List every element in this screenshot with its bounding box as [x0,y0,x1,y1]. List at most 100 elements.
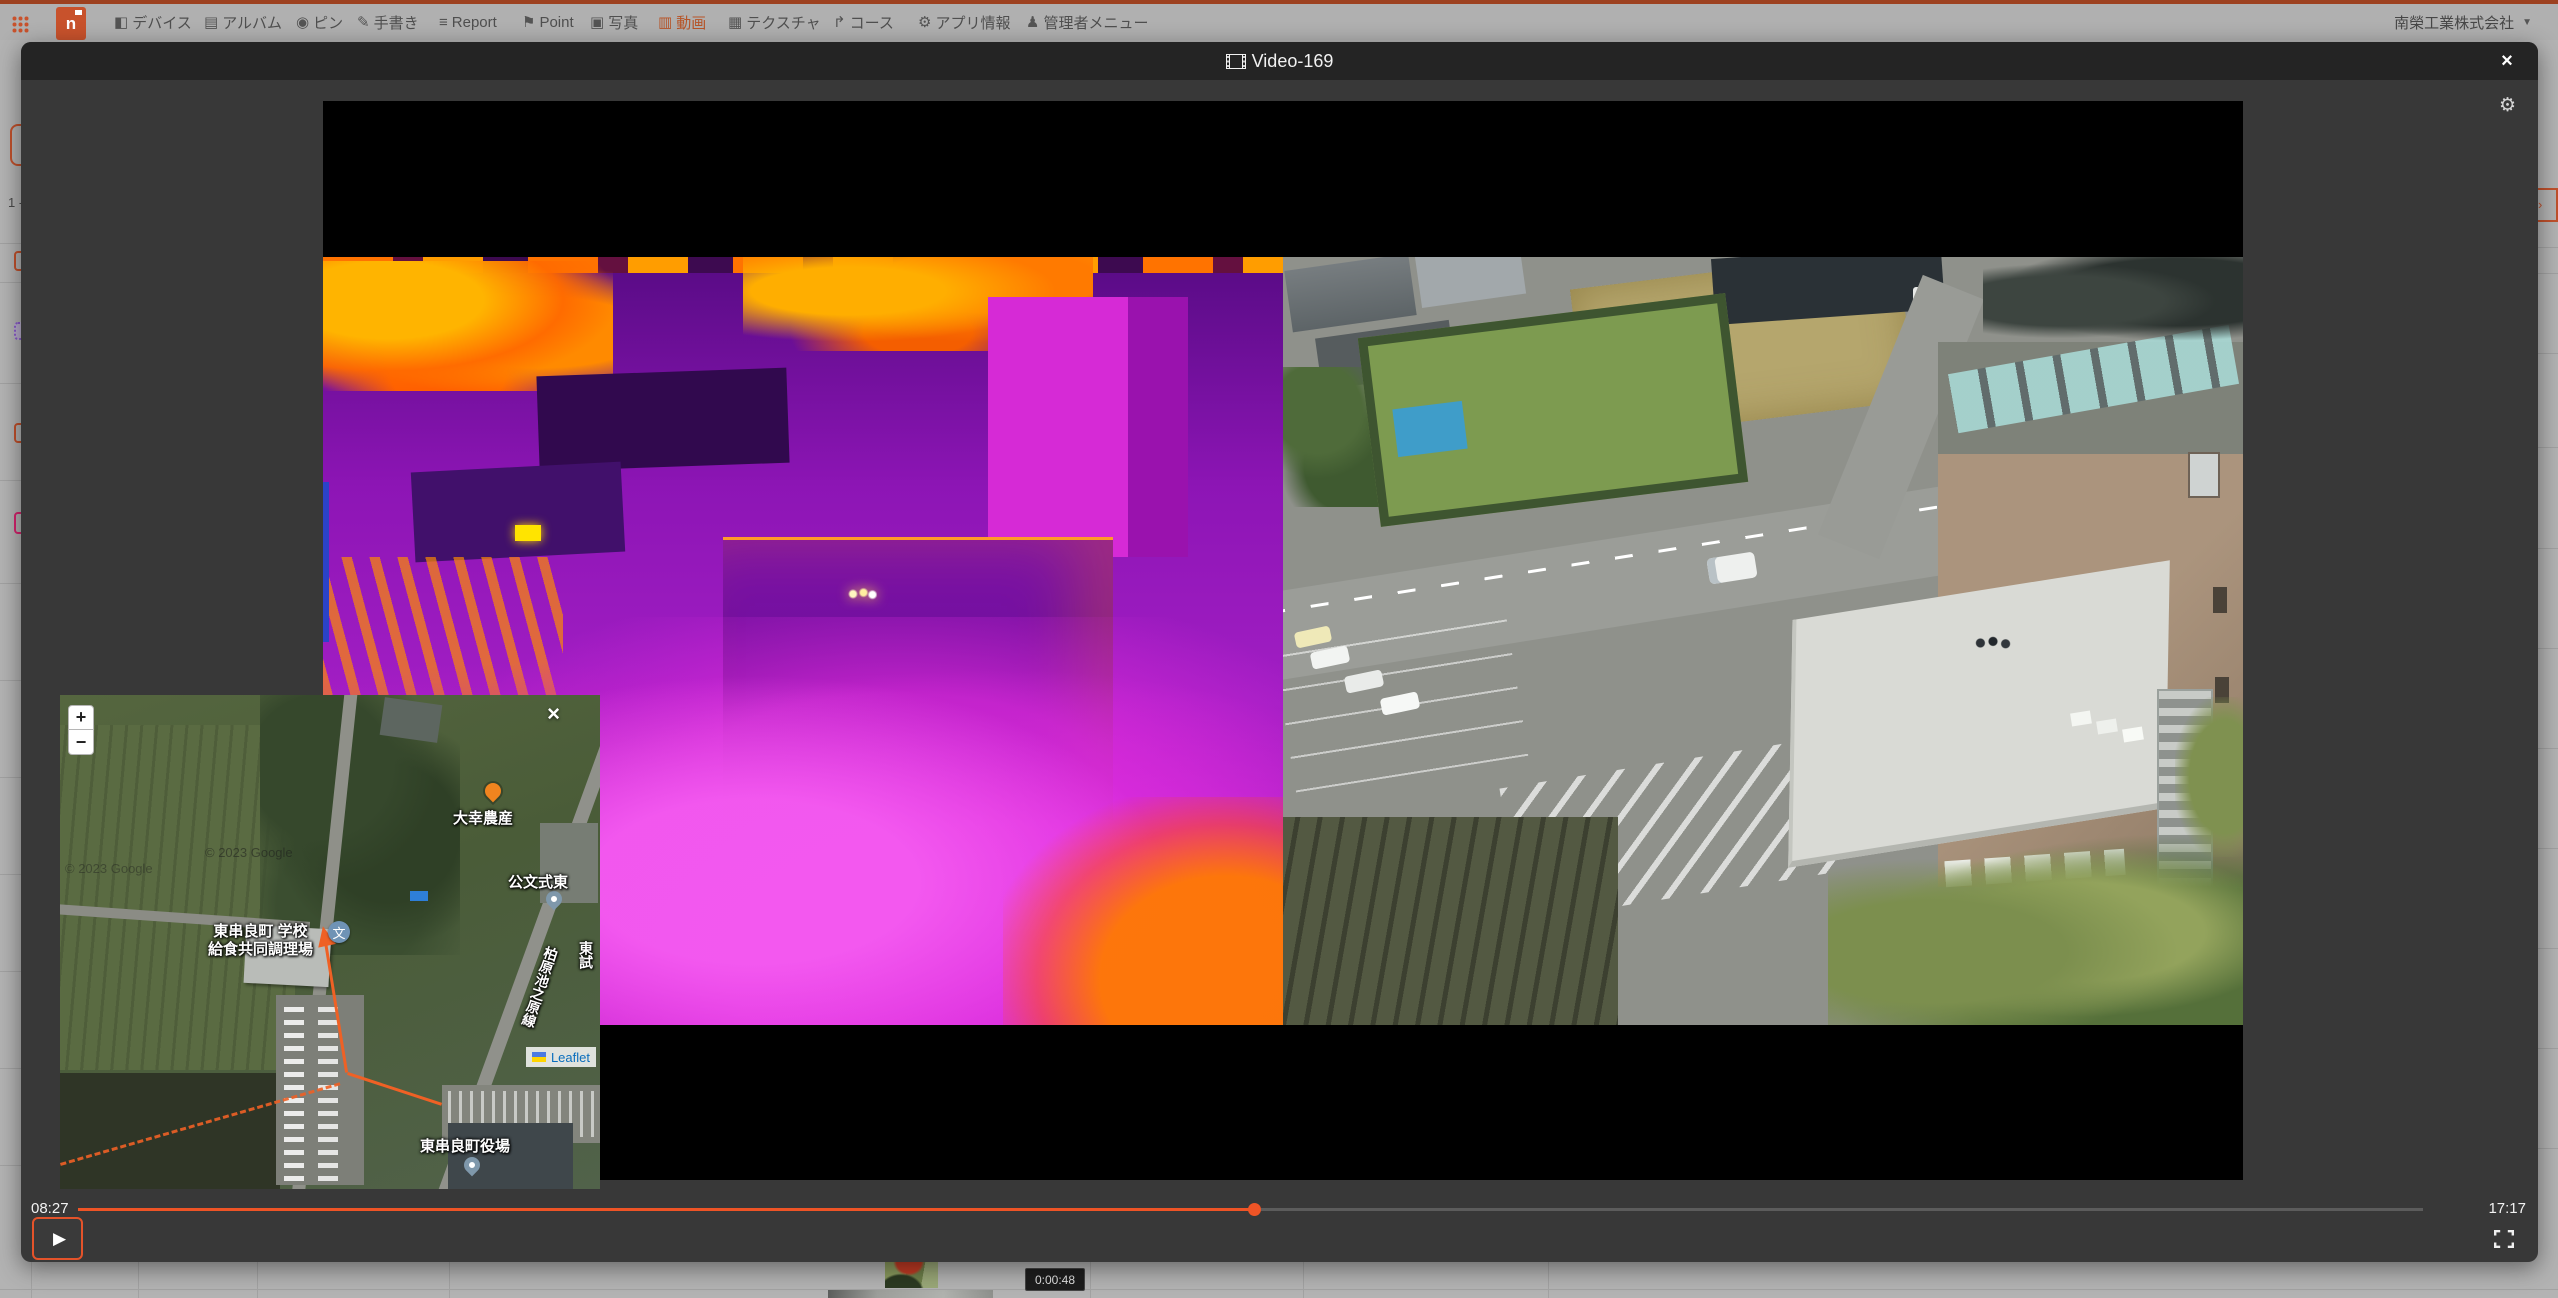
photo-icon: ▣ [590,13,604,31]
table-line [0,282,23,283]
nav-item-videos[interactable]: ▥動画 [658,4,706,40]
device-icon: ◧ [114,13,128,31]
thermal-warm-corner [1003,797,1283,1025]
nav-item-app-info[interactable]: ⚙アプリ情報 [918,4,1010,40]
table-column-line [31,1262,32,1298]
map-attribution[interactable]: Leaflet [526,1047,596,1067]
film-strip-icon: ▥ [658,13,672,31]
rgb-video-feed [1283,257,2243,1025]
table-line [0,583,23,584]
rgb-bamboo [1828,832,2243,1025]
app-grid-icon[interactable] [12,16,29,33]
progress-played [78,1208,1255,1211]
total-time: 17:17 [2488,1200,2526,1217]
point-flag-icon: ⚑ [522,13,535,31]
school-badge: 文 [328,921,350,943]
brand-logo-glyph: n [66,14,76,34]
thermal-cool-roof [411,462,625,563]
poi-marker-farm [482,780,505,803]
play-button[interactable]: ▶ [32,1217,83,1260]
company-menu[interactable]: 南榮工業株式会社 ▼ [2394,4,2532,40]
brand-logo[interactable]: n [56,7,86,40]
video-row-thumbnail[interactable] [885,1262,938,1288]
thermal-tower [988,297,1188,557]
table-line [0,874,23,875]
rgb-roof-structures [1983,257,2243,345]
modal-title: Video-169 [1252,51,1334,72]
map-zoom-in-button[interactable]: + [68,705,94,730]
thermal-people-hotspots [847,587,877,601]
fullscreen-button[interactable] [2494,1230,2514,1248]
progress-handle[interactable] [1248,1203,1261,1216]
table-line [2538,247,2558,248]
table-line [2538,447,2558,448]
rgb-bamboo-edge [2175,697,2243,857]
table-line [0,480,23,481]
rgb-roof-people [1975,635,2011,651]
table-column-line [1548,1262,1549,1298]
nav-item-pin[interactable]: ◉ピン [296,4,343,40]
table-line [2538,848,2558,849]
table-column-line [257,1262,258,1298]
gear-icon: ⚙ [918,13,931,31]
table-line [2538,353,2558,354]
film-icon [1226,54,1246,69]
table-line [0,971,23,972]
modal-header: Video-169 [21,42,2538,80]
report-icon: ≡ [439,14,448,31]
rgb-blue-tarp [1392,401,1467,457]
current-time: 08:27 [31,1200,69,1217]
chevron-down-icon: ▼ [2522,17,2532,28]
screen: n ◧デバイス ▤アルバム ◉ピン ✎手書き ≡Report ⚑Point ▣写… [0,0,2558,1298]
map-parking-cars [284,1001,304,1181]
table-column-line [1090,1262,1091,1298]
modal-close-button[interactable]: × [2494,48,2520,74]
table-line [0,777,23,778]
top-navigation: n ◧デバイス ▤アルバム ◉ピン ✎手書き ≡Report ⚑Point ▣写… [0,0,2558,40]
table-column-line [1303,1262,1304,1298]
video-row-thumbnail-partial[interactable] [828,1290,993,1298]
map-building [380,697,443,743]
poi-label-farm: 大幸農産 [453,807,513,828]
map-pool [410,891,428,901]
poi-label-townhall: 東串良町役場 [420,1135,510,1156]
map-building-townhall [448,1123,573,1189]
video-player-canvas[interactable] [323,101,2243,1180]
table-line [0,243,23,244]
nav-item-devices[interactable]: ◧デバイス [114,4,192,40]
rgb-window-lit [2188,452,2220,498]
nav-item-photos[interactable]: ▣写真 [590,4,638,40]
nav-item-handwriting[interactable]: ✎手書き [357,4,419,40]
map-zoom-out-button[interactable]: − [68,730,94,755]
album-icon: ▤ [204,13,218,31]
nav-item-point[interactable]: ⚑Point [522,4,574,40]
nav-item-album[interactable]: ▤アルバム [204,4,282,40]
company-name: 南榮工業株式会社 [2394,12,2514,33]
person-icon: ♟ [1026,13,1039,31]
table-line [0,680,23,681]
progress-track[interactable] [78,1208,2423,1211]
rgb-house-roof [1415,257,1526,308]
table-line [2538,273,2558,274]
brand-flag [75,10,82,15]
poi-label-school: 東串良町 学校 給食共同調理場 [208,923,313,959]
table-line [0,1289,2558,1290]
nav-item-report[interactable]: ≡Report [439,4,497,40]
table-line [0,1068,23,1069]
thermal-hot-roofs-left [323,261,613,391]
rgb-house-roof [1284,257,1416,332]
video-modal: Video-169 × ⚙ [21,42,2538,1262]
poi-label-kumon: 公文式東 [508,871,568,892]
ukraine-flag-icon [532,1052,546,1062]
nav-item-admin-menu[interactable]: ♟管理者メニュー [1026,4,1148,40]
nav-item-texture[interactable]: ▦テクスチャ [728,4,821,40]
table-line [2538,648,2558,649]
settings-gear-icon[interactable]: ⚙ [2499,94,2516,117]
nav-item-course[interactable]: ↱コース [833,4,894,40]
map-close-button[interactable]: × [547,701,560,727]
rgb-plow-ridges [1283,817,1618,1025]
map-credit: © 2023 Google [65,861,153,876]
leaflet-map-overlay[interactable]: 大幸農産 公文式東 文 東串良町 学校 給食共同調理場 柏原池之原線 東試 東串… [60,695,600,1189]
table-line [0,383,23,384]
table-line [0,1165,23,1166]
